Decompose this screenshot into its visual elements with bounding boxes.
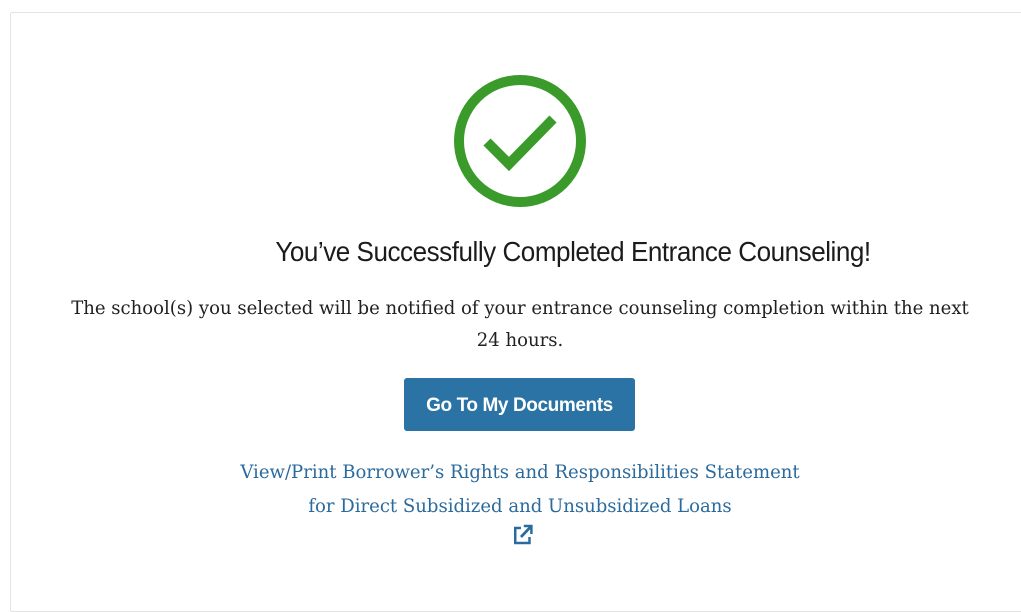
rights-responsibilities-link[interactable]: View/Print Borrower’s Rights and Respons… bbox=[131, 455, 910, 557]
external-link-icon bbox=[135, 523, 909, 557]
rights-link-line2-wrap: for Direct Subsidized and Unsubsidized L… bbox=[131, 489, 910, 557]
completion-message: The school(s) you selected will be notif… bbox=[71, 297, 969, 351]
rights-link-line2: for Direct Subsidized and Unsubsidized L… bbox=[308, 495, 732, 517]
rights-link-line1: View/Print Borrower’s Rights and Respons… bbox=[240, 461, 800, 483]
checkmark-circle-icon bbox=[453, 74, 587, 208]
go-to-my-documents-button[interactable]: Go To My Documents bbox=[404, 378, 635, 431]
page-title: You’ve Successfully Completed Entrance C… bbox=[275, 236, 871, 267]
